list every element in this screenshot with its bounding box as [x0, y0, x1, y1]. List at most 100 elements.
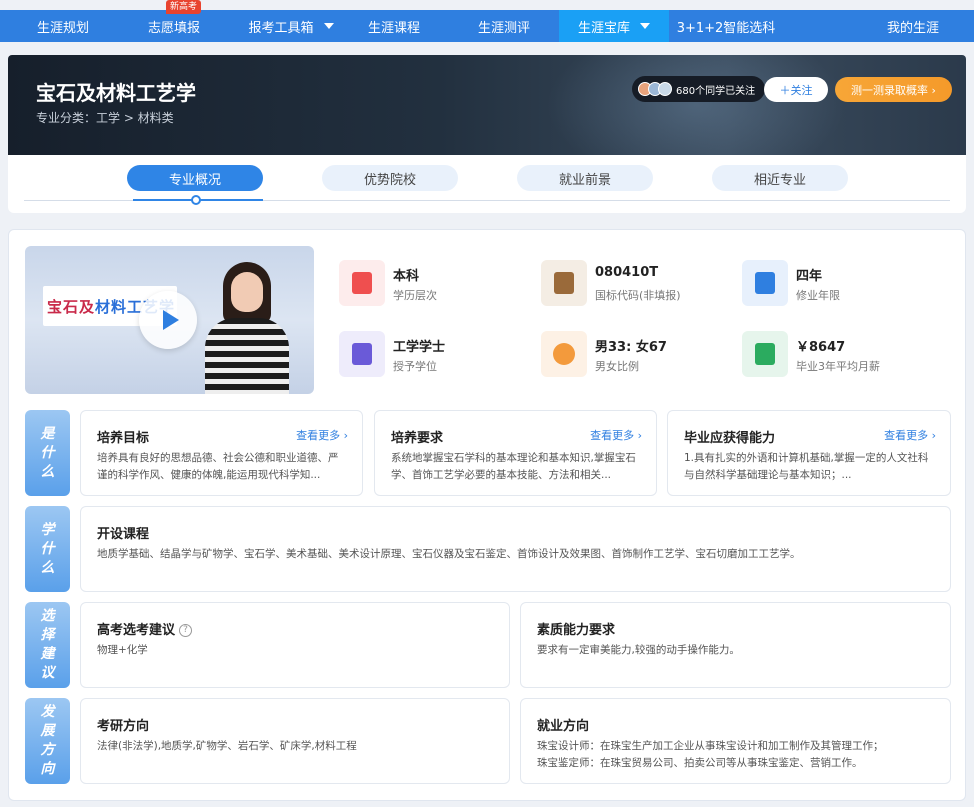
nav-label: 志愿填报 [147, 20, 200, 36]
play-button[interactable] [139, 291, 197, 349]
follow-button[interactable]: ＋关注 [764, 77, 828, 102]
card-body: 系统地掌握宝石学科的基本理论和基本知识,掌握宝石学、首饰工艺学必要的基本技能、方… [391, 452, 636, 481]
nav-label: 生涯课程 [367, 20, 420, 36]
nav-item-career-planning[interactable]: 生涯规划 [14, 10, 112, 42]
avatar [658, 82, 672, 96]
new-badge: 新高考 [166, 0, 202, 14]
info-label: 授予学位 [393, 360, 437, 373]
section-label-what: 是 什 么 [25, 410, 70, 496]
document-icon [541, 260, 587, 306]
follow-count-text: 680个同学已关注 [676, 85, 756, 97]
section-label-char: 方 [40, 742, 55, 758]
checklist-icon [339, 260, 385, 306]
tab-label: 就业前景 [558, 172, 611, 188]
info-value: 四年 [796, 269, 823, 284]
play-icon [162, 310, 179, 330]
card-graduate-abilities: 毕业应获得能力 查看更多 › 1.具有扎实的外语和计算机基础,掌握一定的人文社科… [667, 410, 951, 496]
card-employment-direction: 就业方向 珠宝设计师：在珠宝生产加工企业从事珠宝设计和加工制作及其管理工作； 珠… [520, 698, 951, 784]
test-admission-button[interactable]: 测一测录取概率 › [835, 77, 952, 102]
section-label-char: 选 [40, 608, 55, 624]
section-label-char: 向 [40, 761, 55, 777]
nav-item-volunteer[interactable]: 志愿填报 新高考 [124, 0, 224, 42]
section-label-char: 是 [40, 425, 55, 442]
section-label-char: 择 [40, 627, 55, 643]
card-title: 开设课程 [97, 527, 150, 542]
nav-item-assessment[interactable]: 生涯测评 [460, 10, 548, 42]
section-tabs: 专业概况 优势院校 就业前景 相近专业 [8, 155, 966, 213]
section-label-char: 议 [40, 665, 55, 681]
card-body: 培养具有良好的思想品德、社会公德和职业道德、严谨的科学作风、健康的体魄,能运用现… [97, 452, 339, 481]
card-body: 要求有一定审美能力,较强的动手操作能力。 [537, 644, 740, 656]
card-exam-subject-advice: 高考选考建议? 物理+化学 [80, 602, 510, 688]
info-value: 男33: 女67 [595, 340, 667, 355]
banner-decoration [546, 55, 846, 155]
card-body: 物理+化学 [97, 644, 148, 656]
chevron-down-icon [323, 23, 334, 29]
card-training-goal: 培养目标 查看更多 › 培养具有良好的思想品德、社会公德和职业道德、严谨的科学作… [80, 410, 363, 496]
info-study-years: 四年 修业年限 [742, 260, 922, 306]
tab-label: 专业概况 [168, 172, 221, 188]
card-title: 毕业应获得能力 [684, 431, 776, 446]
section-label-char: 么 [40, 463, 55, 480]
info-value: 080410T [595, 265, 659, 280]
chevron-down-icon [640, 23, 650, 29]
section-label-advice: 选 择 建 议 [25, 602, 70, 688]
tab-related-majors[interactable]: 相近专业 [712, 165, 848, 191]
intro-video[interactable]: 宝石及材料工艺学 [25, 246, 314, 394]
help-icon[interactable]: ? [179, 624, 193, 637]
card-title: 素质能力要求 [537, 623, 616, 638]
info-label: 修业年限 [796, 289, 840, 302]
section-label-char: 学 [40, 521, 55, 538]
tab-top-schools[interactable]: 优势院校 [322, 165, 458, 191]
info-salary: ￥8647 毕业3年平均月薪 [742, 331, 922, 377]
tab-label: 优势院校 [363, 172, 416, 188]
card-title: 考研方向 [97, 719, 150, 734]
card-title-text: 高考选考建议 [97, 623, 176, 638]
nav-label: 3+1+2智能选科 [676, 20, 776, 36]
info-label: 毕业3年平均月薪 [796, 360, 880, 373]
card-graduate-study: 考研方向 法律(非法学),地质学,矿物学、岩石学、矿床学,材料工程 [80, 698, 510, 784]
info-label: 学历层次 [393, 289, 437, 302]
view-more-link[interactable]: 查看更多 › [296, 427, 348, 443]
card-body: 地质学基础、结晶学与矿物学、宝石学、美术基础、美术设计原理、宝石仪器及宝石鉴定、… [97, 548, 801, 560]
info-value: 本科 [393, 269, 420, 284]
video-title-part: 宝石及 [47, 298, 96, 316]
card-title: 高考选考建议? [97, 619, 193, 638]
card-body: 1.具有扎实的外语和计算机基础,掌握一定的人文社科与自然科学基础理论与基本知识；… [684, 452, 929, 481]
bank-icon [742, 260, 788, 306]
tab-employment[interactable]: 就业前景 [517, 165, 653, 191]
nav-item-my-career[interactable]: 我的生涯 [874, 10, 952, 42]
presenter-face [231, 272, 263, 312]
nav-item-courses[interactable]: 生涯课程 [350, 10, 438, 42]
view-more-link[interactable]: 查看更多 › [590, 427, 642, 443]
card-courses: 开设课程 地质学基础、结晶学与矿物学、宝石学、美术基础、美术设计原理、宝石仪器及… [80, 506, 951, 592]
section-label-char: 展 [40, 723, 55, 739]
view-more-link[interactable]: 查看更多 › [884, 427, 936, 443]
info-label: 国标代码(非填报) [595, 289, 681, 302]
follow-count-badge: 680个同学已关注 [632, 76, 766, 102]
nav-item-toolbox[interactable]: 报考工具箱 [236, 10, 346, 42]
info-gender-ratio: 男33: 女67 男女比例 [541, 331, 721, 377]
card-training-requirements: 培养要求 查看更多 › 系统地掌握宝石学科的基本理论和基本知识,掌握宝石学、首饰… [374, 410, 657, 496]
major-hero-banner: 宝石及材料工艺学 专业分类：工学 > 材料类 680个同学已关注 ＋关注 测一测… [8, 55, 966, 155]
money-icon [742, 331, 788, 377]
nav-item-treasury[interactable]: 生涯宝库 [559, 10, 669, 42]
card-ability-requirements: 素质能力要求 要求有一定审美能力,较强的动手操作能力。 [520, 602, 951, 688]
card-title: 培养要求 [391, 431, 444, 446]
tab-overview[interactable]: 专业概况 [127, 165, 263, 191]
certificate-icon [339, 331, 385, 377]
card-body-line: 珠宝鉴定师：在珠宝贸易公司、拍卖公司等从事珠宝鉴定、营销工作。 [537, 757, 863, 769]
card-body: 珠宝设计师：在珠宝生产加工企业从事珠宝设计和加工制作及其管理工作； 珠宝鉴定师：… [537, 738, 936, 772]
section-label-char: 么 [40, 559, 55, 576]
nav-item-subject-selection[interactable]: 3+1+2智能选科 [674, 10, 778, 42]
nav-label: 生涯规划 [36, 20, 89, 36]
nav-label: 报考工具箱 [248, 20, 314, 36]
nav-label: 生涯宝库 [577, 20, 630, 36]
card-body-line: 珠宝设计师：在珠宝生产加工企业从事珠宝设计和加工制作及其管理工作； [537, 740, 884, 752]
tab-label: 相近专业 [753, 172, 806, 188]
card-body: 法律(非法学),地质学,矿物学、岩石学、矿床学,材料工程 [97, 740, 357, 752]
avatar-group [638, 82, 672, 96]
nav-label: 生涯测评 [477, 20, 530, 36]
overview-panel: 宝石及材料工艺学 本科 学历层次 080410T 国标代码(非填报) 四年 修业… [8, 229, 966, 801]
top-nav: 生涯规划 志愿填报 新高考 报考工具箱 生涯课程 生涯测评 生涯宝库 3+1+2… [0, 0, 974, 42]
